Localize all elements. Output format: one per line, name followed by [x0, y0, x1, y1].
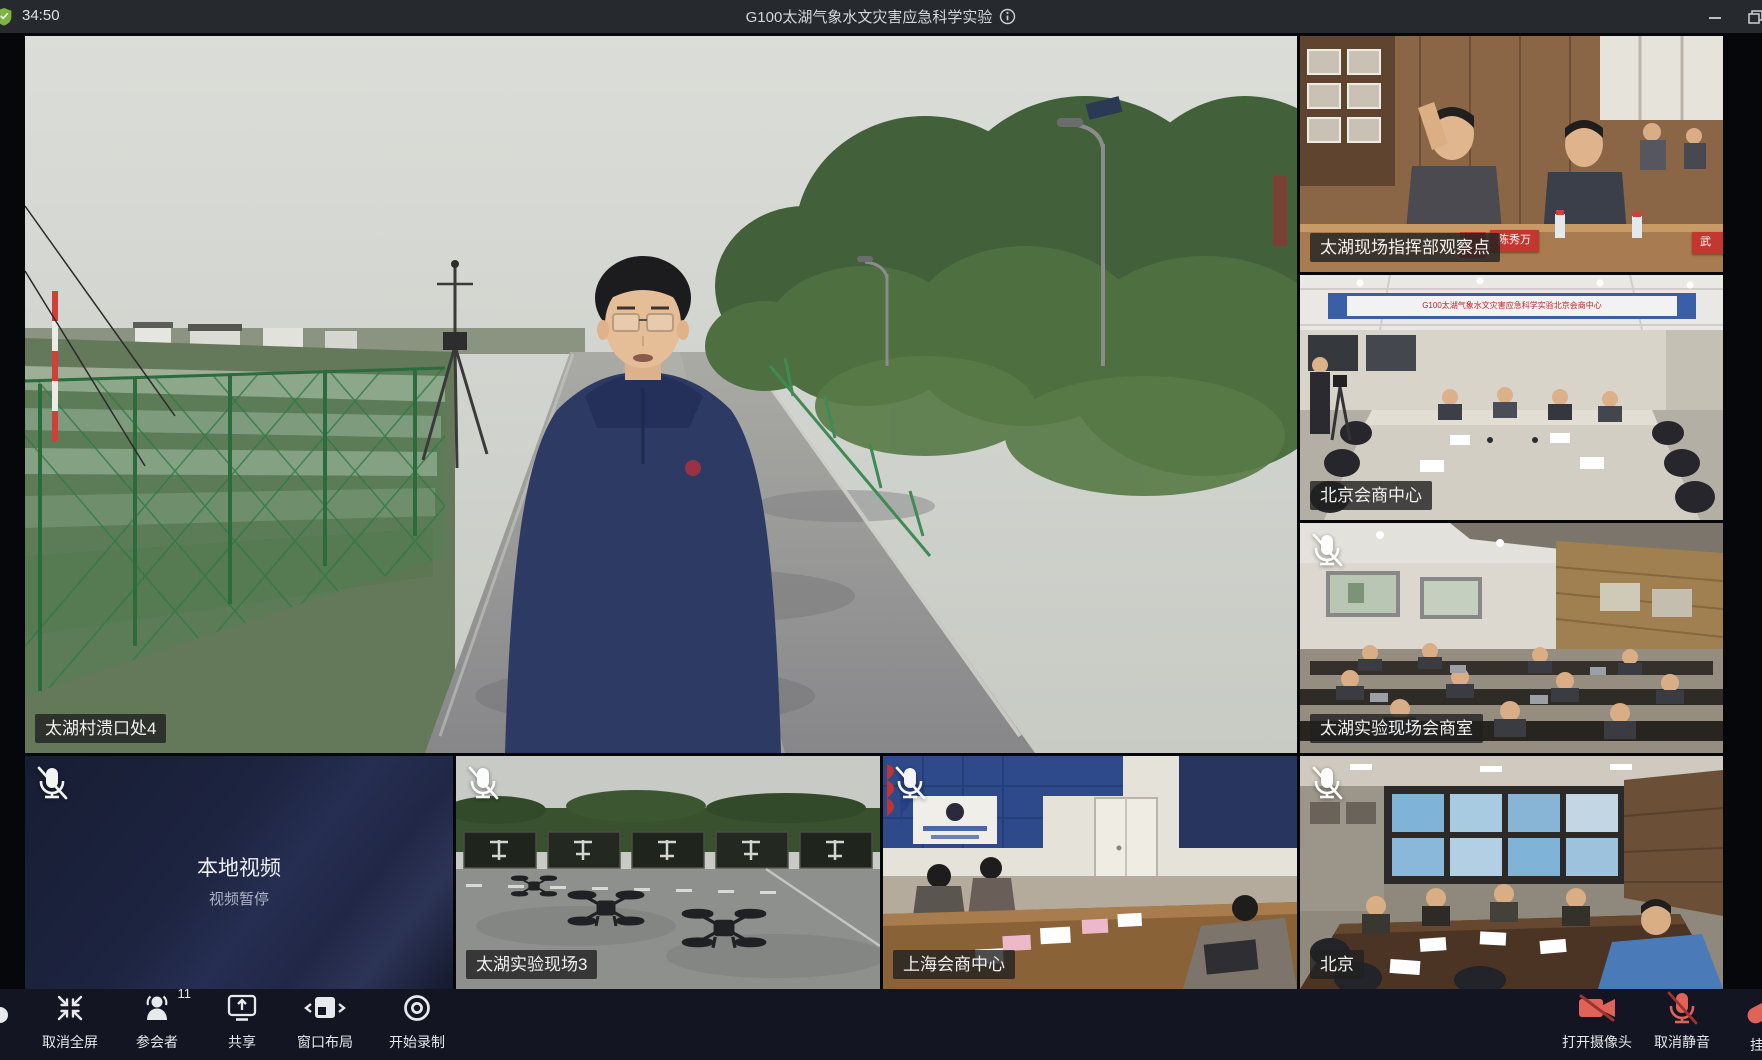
window-layout-icon [304, 995, 346, 1021]
video-tile-taihu-site3[interactable]: 太湖实验现场3 [456, 756, 880, 989]
title-center: G100太湖气象水文灾害应急科学实验 [0, 0, 1762, 33]
unmute-button[interactable]: 取消静音 [1654, 989, 1710, 1060]
participants-count-badge: 11 [178, 986, 192, 1001]
video-tile-shanghai-consultation[interactable]: 上海会商中心 [883, 756, 1297, 989]
toolbar: 取消全屏 11 参会者 [0, 989, 1762, 1060]
muted-mic-icon [466, 764, 500, 802]
exit-fullscreen-icon [55, 993, 85, 1023]
main-video-tile[interactable]: 太湖村溃口处4 [25, 36, 1297, 753]
video-tile-taihu-command-post[interactable]: 陈秀万 武 太湖现场指挥部观察点 [1300, 36, 1723, 272]
restore-button[interactable] [1744, 0, 1762, 33]
button-label: 窗口布局 [297, 1032, 353, 1052]
minimize-button[interactable] [1704, 0, 1726, 33]
minimize-icon [1708, 10, 1722, 24]
muted-mic-icon [1310, 764, 1344, 802]
muted-mic-icon [35, 764, 69, 802]
muted-mic-icon [1310, 531, 1344, 569]
mic-off-icon [1665, 991, 1699, 1025]
venue-banner-text: G100太湖气象水文灾害应急科学实验北京会商中心 [1347, 296, 1677, 316]
local-video-tile[interactable]: 本地视频 视频暂停 [25, 756, 453, 989]
record-icon [402, 993, 432, 1023]
local-video-title: 本地视频 [25, 852, 453, 882]
button-label: 取消静音 [1654, 1032, 1710, 1052]
video-label: 太湖实验现场会商室 [1310, 714, 1483, 743]
video-tile-beijing[interactable]: 北京 [1300, 756, 1723, 989]
start-recording-button[interactable]: 开始录制 [389, 989, 445, 1060]
main-video-scene [25, 36, 1297, 753]
titlebar: 34:50 G100太湖气象水文灾害应急科学实验 [0, 0, 1762, 33]
video-label: 太湖村溃口处4 [35, 714, 166, 743]
venue-banner: G100太湖气象水文灾害应急科学实验北京会商中心 [1328, 293, 1696, 319]
share-button[interactable]: 共享 [226, 989, 258, 1060]
button-label: 共享 [228, 1032, 256, 1052]
button-label: 打开摄像头 [1562, 1032, 1632, 1052]
video-label: 北京会商中心 [1310, 481, 1432, 510]
info-icon[interactable] [999, 8, 1016, 25]
local-video-status: 视频暂停 [25, 888, 453, 909]
restore-icon [1747, 9, 1762, 25]
hangup-icon [1745, 1000, 1762, 1026]
window-layout-button[interactable]: 窗口布局 [297, 989, 353, 1060]
cancel-fullscreen-button[interactable]: 取消全屏 [42, 989, 98, 1060]
button-label: 挂 [1750, 1035, 1762, 1055]
button-label: 取消全屏 [42, 1032, 98, 1052]
camera-off-icon [1577, 994, 1617, 1022]
muted-mic-icon [893, 764, 927, 802]
video-label: 太湖现场指挥部观察点 [1310, 233, 1500, 262]
button-label: 开始录制 [389, 1032, 445, 1052]
video-label: 北京 [1310, 950, 1364, 979]
video-label: 太湖实验现场3 [466, 950, 597, 979]
video-tile-beijing-consultation[interactable]: G100太湖气象水文灾害应急科学实验北京会商中心 北京会商中心 [1300, 275, 1723, 520]
participants-icon [140, 993, 174, 1023]
video-tile-taihu-meeting-room[interactable]: 太湖实验现场会商室 [1300, 523, 1723, 753]
partial-left-button[interactable] [0, 1007, 8, 1023]
meeting-window: 34:50 G100太湖气象水文灾害应急科学实验 [0, 0, 1762, 1060]
share-screen-icon [226, 994, 258, 1022]
participants-button[interactable]: 11 参会者 [136, 989, 178, 1060]
nameplate-partial: 武 [1692, 232, 1723, 254]
meeting-title: G100太湖气象水文灾害应急科学实验 [746, 6, 993, 27]
button-label: 参会者 [136, 1032, 178, 1052]
video-label: 上海会商中心 [893, 950, 1015, 979]
open-camera-button[interactable]: 打开摄像头 [1562, 989, 1632, 1060]
